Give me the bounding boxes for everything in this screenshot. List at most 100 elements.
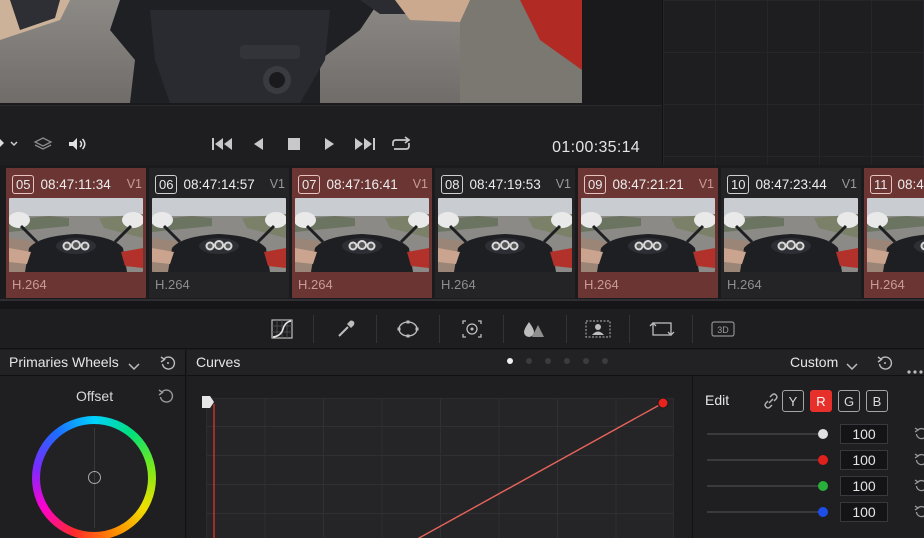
chevron-down-icon[interactable] (128, 358, 140, 376)
clip-codec: H.264 (298, 277, 333, 292)
clip-number: 07 (298, 174, 321, 194)
clip-header: 11 08:4 (870, 173, 924, 195)
clip-number: 05 (12, 174, 35, 194)
reset-icon[interactable] (877, 355, 893, 376)
curves-tool-icon[interactable] (270, 318, 294, 340)
reset-icon[interactable] (160, 355, 176, 376)
chevron-down-icon[interactable] (846, 358, 858, 376)
tracker-icon[interactable] (460, 318, 484, 340)
blur-icon[interactable] (522, 318, 546, 340)
audio-volume-icon[interactable] (66, 133, 90, 155)
slider-track[interactable] (707, 511, 823, 513)
wheel-reset-icon[interactable] (158, 388, 174, 409)
clip-thumbnail[interactable]: 05 08:47:11:34 V1 H.264 (6, 168, 146, 298)
clip-header: 08 08:47:19:53 V1 (441, 173, 571, 195)
clip-number: 09 (584, 174, 607, 194)
clip-thumbnail-image (581, 198, 715, 272)
clip-thumbnail-image (724, 198, 858, 272)
panel-divider[interactable] (0, 299, 924, 309)
clip-thumbnail[interactable]: 07 08:47:16:41 V1 H.264 (292, 168, 432, 298)
clip-codec: H.264 (870, 277, 905, 292)
qualifier-picker-icon[interactable] (334, 318, 358, 340)
channel-button-b[interactable]: B (866, 390, 888, 412)
layers-icon[interactable] (32, 133, 54, 155)
wheel-center-handle[interactable] (88, 471, 101, 484)
channel-button-y[interactable]: Y (782, 390, 804, 412)
slider-value-field[interactable]: 100 (840, 502, 888, 522)
channel-button-g[interactable]: G (838, 390, 860, 412)
clip-thumbnail[interactable]: 10 08:47:23:44 V1 H.264 (721, 168, 861, 298)
clip-thumbnail[interactable]: 11 08:4 H.264 (864, 168, 924, 298)
slider-knob[interactable] (818, 507, 828, 517)
curve-lines (213, 398, 669, 538)
slider-value-field[interactable]: 100 (840, 450, 888, 470)
clip-timecode: 08:47:23:44 (755, 176, 827, 192)
slider-track[interactable] (707, 459, 823, 461)
curve-control-point[interactable] (657, 398, 669, 409)
reset-icon[interactable] (914, 452, 924, 471)
wheels-mode-dropdown[interactable]: Primaries Wheels (9, 354, 119, 370)
channel-button-r[interactable]: R (810, 390, 832, 412)
reset-icon[interactable] (914, 426, 924, 445)
clip-timecode: 08:4 (897, 176, 924, 192)
skip-to-start-icon[interactable] (210, 133, 236, 155)
play-icon[interactable] (320, 133, 338, 155)
clip-thumbnail[interactable]: 09 08:47:21:21 V1 H.264 (578, 168, 718, 298)
play-reverse-icon[interactable] (249, 133, 267, 155)
skip-to-end-icon[interactable] (352, 133, 378, 155)
clip-header: 05 08:47:11:34 V1 (12, 173, 142, 195)
slider-knob[interactable] (818, 429, 828, 439)
page-dot[interactable] (526, 358, 532, 364)
viewer (0, 0, 662, 105)
loop-icon[interactable] (388, 133, 414, 155)
clip-thumbnail-image (9, 198, 143, 272)
toolbar-separator (692, 315, 693, 343)
curves-mode-dropdown[interactable]: Custom (790, 354, 838, 370)
tool-arrow-icon[interactable] (0, 133, 22, 155)
slider-knob[interactable] (818, 481, 828, 491)
curves-page-dots[interactable] (507, 358, 608, 364)
clip-codec: H.264 (584, 277, 619, 292)
sizing-icon[interactable] (648, 318, 676, 340)
toolbar-separator (439, 315, 440, 343)
toolbar-separator (629, 315, 630, 343)
clip-timecode: 08:47:16:41 (326, 176, 398, 192)
slider-value-field[interactable]: 100 (840, 476, 888, 496)
clip-thumbnail-image (152, 198, 286, 272)
page-dot[interactable] (583, 358, 589, 364)
page-dot[interactable] (602, 358, 608, 364)
key-icon[interactable] (584, 318, 612, 340)
link-icon[interactable] (763, 393, 779, 414)
color-tools-toolbar: 3D (0, 309, 924, 349)
black-point-handle-icon[interactable] (201, 395, 215, 416)
toolbar-separator (566, 315, 567, 343)
power-window-icon[interactable] (396, 318, 420, 340)
page-dot[interactable] (545, 358, 551, 364)
slider-knob[interactable] (818, 455, 828, 465)
curve-edit-panel: Edit YRGB 100 100 100 100 (692, 376, 924, 538)
channel-slider-row: 100 (707, 424, 924, 444)
viewer-side-panel (662, 0, 924, 165)
curve-graph[interactable] (206, 398, 674, 538)
clip-thumbnail-image (295, 198, 429, 272)
slider-value-field[interactable]: 100 (840, 424, 888, 444)
clip-number: 06 (155, 174, 178, 194)
3d-icon[interactable]: 3D (710, 318, 736, 340)
slider-track[interactable] (707, 485, 823, 487)
stop-icon[interactable] (285, 133, 303, 155)
wheel-label: Offset (76, 388, 114, 404)
clip-thumbnail[interactable]: 06 08:47:14:57 V1 H.264 (149, 168, 289, 298)
reset-icon[interactable] (914, 504, 924, 523)
red-curve-line[interactable] (401, 402, 664, 538)
page-dot[interactable] (564, 358, 570, 364)
clip-thumbnail[interactable]: 08 08:47:19:53 V1 H.264 (435, 168, 575, 298)
curves-panel-header: Curves Custom (187, 350, 924, 376)
reset-icon[interactable] (914, 478, 924, 497)
clip-track: V1 (269, 177, 285, 191)
clip-timecode: 08:47:21:21 (612, 176, 684, 192)
clip-timecode: 08:47:14:57 (183, 176, 255, 192)
page-dot[interactable] (507, 358, 513, 364)
slider-track[interactable] (707, 433, 823, 435)
clip-header: 10 08:47:23:44 V1 (727, 173, 857, 195)
offset-color-wheel[interactable] (32, 416, 156, 538)
